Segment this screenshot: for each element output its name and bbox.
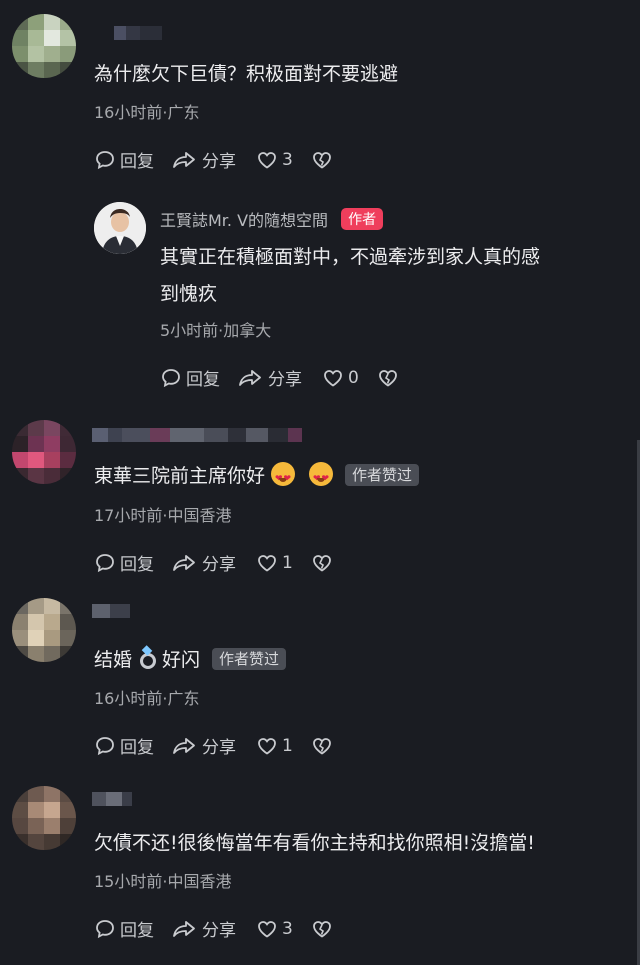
dislike-button[interactable]	[311, 918, 333, 940]
reply-button[interactable]: 回复	[160, 365, 220, 390]
username-blurred[interactable]	[92, 428, 302, 442]
reply-author-name[interactable]: 王賢誌Mr. V的隨想空間	[160, 211, 328, 230]
broken-heart-icon	[312, 151, 331, 169]
like-button[interactable]: 1	[256, 552, 293, 574]
comment-text: 欠債不还!很後悔當年有看你主持和找你照相!沒擔當!	[94, 832, 535, 854]
reply-text-line1: 其實正在積極面對中，不過牽涉到家人真的感	[160, 246, 541, 268]
broken-heart-icon	[378, 369, 397, 387]
heart-icon	[258, 554, 276, 572]
heart-eyes-emoji-icon	[271, 462, 296, 494]
heart-eyes-emoji-icon	[309, 462, 334, 494]
reply-button[interactable]: 回复	[94, 916, 154, 941]
comment-actions: 回复 分享 1	[94, 733, 333, 758]
comment-meta: 17小时前·中国香港	[94, 506, 232, 525]
comment-text: 為什麼欠下巨債？积极面對不要逃避	[94, 63, 399, 85]
share-arrow-icon	[173, 920, 195, 937]
speech-bubble-icon	[162, 368, 180, 387]
username-blurred[interactable]	[114, 26, 162, 40]
username-blurred[interactable]	[92, 792, 132, 806]
broken-heart-icon	[312, 554, 331, 572]
author-avatar[interactable]	[94, 202, 146, 254]
share-button[interactable]: 分享	[172, 147, 236, 172]
comment-meta: 16小时前·广东	[94, 689, 200, 708]
broken-heart-icon	[312, 920, 331, 938]
heart-icon	[324, 369, 342, 387]
comment-actions: 回复 分享 1	[94, 550, 333, 575]
reply-author-line: 王賢誌Mr. V的隨想空間 作者	[160, 207, 384, 231]
heart-icon	[258, 737, 276, 755]
user-avatar[interactable]	[12, 786, 76, 850]
comment-text-line: 结婚 好闪 作者赞过	[94, 646, 287, 675]
user-avatar[interactable]	[12, 598, 76, 662]
reply-button[interactable]: 回复	[94, 550, 154, 575]
author-badge: 作者	[341, 208, 384, 230]
dislike-button[interactable]	[311, 735, 333, 757]
comment-text: 東華三院前主席你好	[94, 465, 266, 487]
comment-meta: 15小时前·中国香港	[94, 872, 232, 891]
dislike-button[interactable]	[311, 149, 333, 171]
username-blurred[interactable]	[92, 604, 130, 618]
speech-bubble-icon	[96, 150, 114, 169]
share-arrow-icon	[173, 737, 195, 754]
like-button[interactable]: 3	[256, 918, 293, 940]
share-button[interactable]: 分享	[238, 365, 302, 390]
share-button[interactable]: 分享	[172, 733, 236, 758]
user-avatar[interactable]	[12, 420, 76, 484]
share-button[interactable]: 分享	[172, 916, 236, 941]
heart-icon	[258, 920, 276, 938]
broken-heart-icon	[312, 737, 331, 755]
reply-button[interactable]: 回复	[94, 147, 154, 172]
speech-bubble-icon	[96, 919, 114, 938]
comment-text-after: 好闪	[162, 649, 201, 671]
comment-meta: 16小时前·广东	[94, 103, 200, 122]
share-button[interactable]: 分享	[172, 550, 236, 575]
like-button[interactable]: 3	[256, 149, 293, 171]
reply-button[interactable]: 回复	[94, 733, 154, 758]
comment-text-before: 结婚	[94, 649, 133, 671]
comment-text-line: 東華三院前主席你好 作者赞过	[94, 462, 420, 494]
speech-bubble-icon	[96, 736, 114, 755]
reply-actions: 回复 分享 0	[160, 365, 399, 390]
author-liked-badge: 作者赞过	[345, 464, 420, 486]
author-photo	[94, 202, 146, 254]
dislike-button[interactable]	[311, 552, 333, 574]
reply-meta: 5小时前·加拿大	[160, 321, 272, 340]
dislike-button[interactable]	[377, 367, 399, 389]
share-arrow-icon	[173, 554, 195, 571]
share-arrow-icon	[173, 151, 195, 168]
like-button[interactable]: 1	[256, 735, 293, 757]
ring-emoji-icon	[138, 647, 157, 669]
like-button[interactable]: 0	[322, 367, 359, 389]
comment-actions: 回复 分享 3	[94, 916, 333, 941]
comment-actions: 回复 分享 3	[94, 147, 333, 172]
heart-icon	[258, 151, 276, 169]
author-liked-badge: 作者赞过	[212, 648, 287, 670]
reply-text-line2: 到愧疚	[160, 283, 218, 305]
speech-bubble-icon	[96, 553, 114, 572]
user-avatar[interactable]	[12, 14, 76, 78]
share-arrow-icon	[239, 369, 261, 386]
